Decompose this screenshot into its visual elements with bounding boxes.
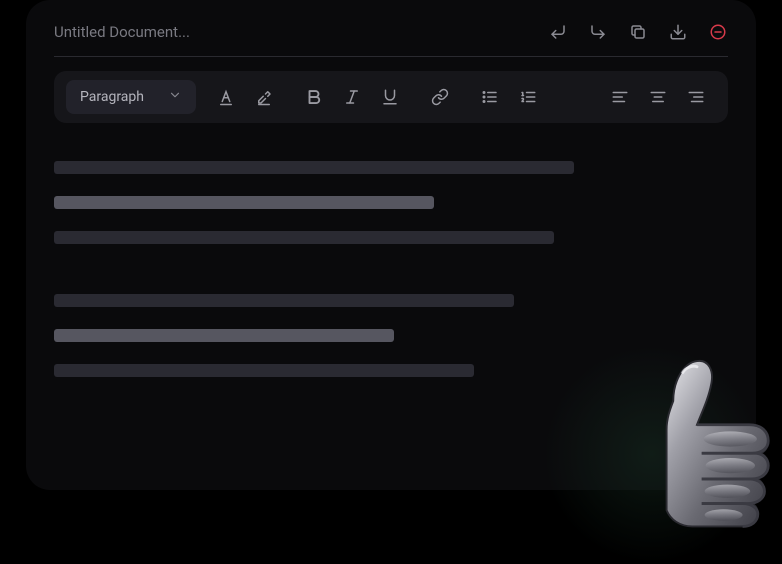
copy-icon[interactable] [628,22,648,42]
text-style-group [294,87,410,107]
align-center-icon[interactable] [648,87,668,107]
bullet-list-icon[interactable] [480,87,500,107]
paragraph-style-select[interactable]: Paragraph [66,80,196,114]
header-actions [548,22,728,42]
text-placeholder-line [54,231,554,244]
link-group [420,87,460,107]
bold-icon[interactable] [304,87,324,107]
list-group [470,87,548,107]
text-placeholder-line [54,329,394,342]
header-divider [54,56,728,57]
text-placeholder-line [54,196,434,209]
align-group [600,87,716,107]
thumbs-up-icon [602,344,782,534]
underline-icon[interactable] [380,87,400,107]
text-placeholder-line [54,364,474,377]
close-icon[interactable] [708,22,728,42]
highlight-icon[interactable] [254,87,274,107]
italic-icon[interactable] [342,87,362,107]
header-row: Untitled Document... [54,20,728,56]
chevron-down-icon [168,88,182,106]
text-placeholder-line [54,294,514,307]
download-icon[interactable] [668,22,688,42]
link-icon[interactable] [430,87,450,107]
formatting-toolbar: Paragraph [54,71,728,123]
align-right-icon[interactable] [686,87,706,107]
paragraph-select-label: Paragraph [80,89,144,105]
text-placeholder-line [54,161,574,174]
document-title[interactable]: Untitled Document... [54,23,190,41]
undo-icon[interactable] [548,22,568,42]
text-color-icon[interactable] [216,87,236,107]
redo-icon[interactable] [588,22,608,42]
align-left-icon[interactable] [610,87,630,107]
color-group [206,87,284,107]
numbered-list-icon[interactable] [518,87,538,107]
